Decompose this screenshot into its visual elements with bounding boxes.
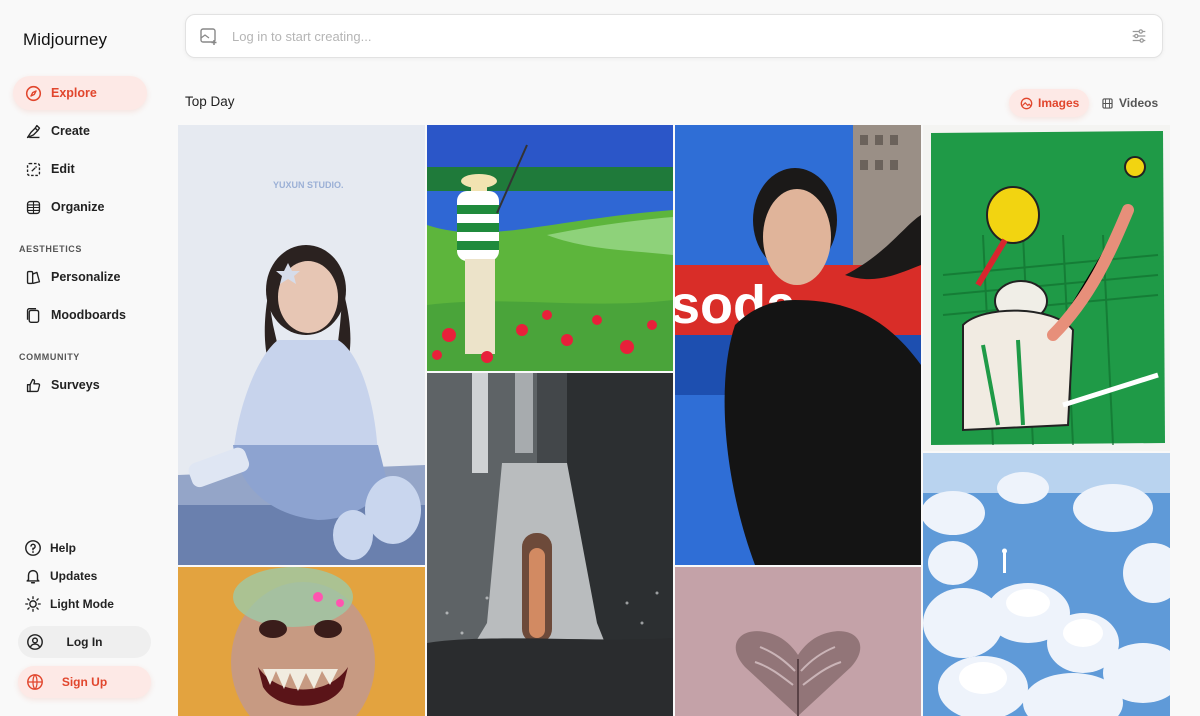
videos-tab-label: Videos	[1119, 96, 1159, 110]
nav-organize[interactable]: Organize	[13, 190, 147, 224]
help-icon	[24, 539, 42, 557]
signup-label: Sign Up	[61, 675, 108, 689]
gallery-image-tennis-illustration[interactable]	[923, 125, 1170, 451]
images-tab-label: Images	[1038, 96, 1080, 110]
images-tab[interactable]: Images	[1009, 89, 1090, 117]
help-link[interactable]: Help	[24, 537, 76, 559]
nav-moodboards[interactable]: Moodboards	[13, 298, 147, 332]
add-image-icon[interactable]	[198, 25, 220, 47]
gallery-image-silver-tower[interactable]	[427, 373, 673, 716]
updates-link[interactable]: Updates	[24, 565, 97, 587]
help-label: Help	[50, 541, 77, 555]
nav-surveys-label: Surveys	[51, 378, 100, 392]
login-label: Log In	[66, 635, 103, 649]
light-mode-label: Light Mode	[50, 597, 114, 611]
edit-frame-icon	[24, 160, 42, 178]
nav-create-label: Create	[51, 124, 90, 138]
nav-edit[interactable]: Edit	[13, 152, 147, 186]
gallery-image-fisherman-painting[interactable]	[427, 125, 673, 371]
nav-personalize-label: Personalize	[51, 270, 121, 284]
bell-icon	[24, 567, 42, 585]
nav-explore-label: Explore	[51, 86, 97, 100]
brush-icon	[24, 122, 42, 140]
community-heading: COMMUNITY	[19, 352, 80, 362]
nav-explore[interactable]: Explore	[13, 76, 147, 110]
login-button[interactable]: Log In	[18, 626, 151, 658]
nav-create[interactable]: Create	[13, 114, 147, 148]
sidebar: Midjourney Explore Create Edit Organize …	[0, 0, 170, 716]
nav-surveys[interactable]: Surveys	[13, 368, 147, 402]
gallery-image-woman-black-coat[interactable]: soda	[675, 125, 921, 565]
image-icon	[1019, 96, 1033, 110]
compass-icon	[24, 84, 42, 102]
user-icon	[26, 633, 44, 651]
film-icon	[1100, 96, 1114, 110]
aesthetics-heading: AESTHETICS	[19, 244, 83, 254]
thumbs-up-icon	[24, 376, 42, 394]
moodboard-icon	[24, 306, 42, 324]
prompt-input[interactable]	[232, 28, 1128, 44]
palette-icon	[24, 268, 42, 286]
nav-personalize[interactable]: Personalize	[13, 260, 147, 294]
gallery-image-girl-blue-outfit[interactable]: YUXUN STUDIO.	[178, 125, 425, 565]
globe-icon	[26, 673, 44, 691]
app-logo[interactable]: Midjourney	[23, 30, 107, 50]
light-mode-toggle[interactable]: Light Mode	[24, 593, 114, 615]
gallery-image-white-flowers[interactable]	[923, 453, 1170, 716]
grid-icon	[24, 198, 42, 216]
prompt-bar[interactable]	[185, 14, 1163, 58]
settings-sliders-icon[interactable]	[1128, 25, 1150, 47]
feed-title: Top Day	[185, 94, 235, 109]
nav-organize-label: Organize	[51, 200, 105, 214]
videos-tab[interactable]: Videos	[1090, 89, 1168, 117]
updates-label: Updates	[50, 569, 98, 583]
gallery-image-glass-heart[interactable]	[675, 567, 921, 716]
nav-moodboards-label: Moodboards	[51, 308, 126, 322]
signup-button[interactable]: Sign Up	[18, 666, 151, 698]
nav-edit-label: Edit	[51, 162, 75, 176]
sun-icon	[24, 595, 42, 613]
gallery-image-vampire-face[interactable]	[178, 567, 425, 716]
yuxun-watermark: YUXUN STUDIO.	[273, 180, 344, 190]
